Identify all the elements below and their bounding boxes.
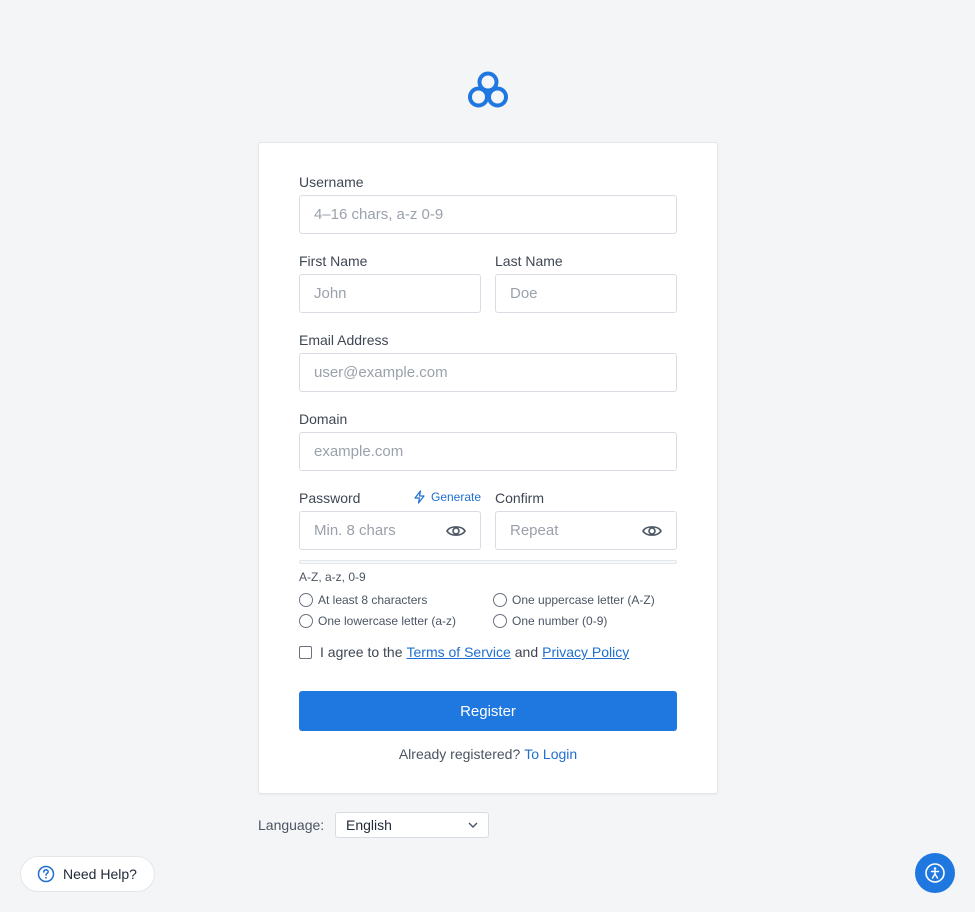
to-login-link[interactable]: To Login: [524, 746, 577, 762]
requirement-status-icon: [493, 593, 507, 607]
confirm-label: Confirm: [495, 490, 545, 506]
generate-password-button[interactable]: Generate: [413, 490, 481, 504]
last-name-input[interactable]: [495, 274, 677, 313]
agree-prefix: I agree to the: [320, 644, 403, 660]
email-label: Email Address: [299, 332, 389, 348]
eye-icon[interactable]: [641, 520, 663, 542]
requirement-label: One lowercase letter (a-z): [318, 614, 457, 628]
language-selected-value: English: [346, 817, 392, 833]
requirement-item: At least 8 characters: [299, 593, 427, 607]
username-input[interactable]: [299, 195, 677, 234]
charset-hint: A-Z, a-z, 0-9: [299, 570, 366, 584]
password-label: Password: [299, 490, 361, 506]
chevron-down-icon: [468, 822, 478, 828]
requirement-status-icon: [299, 614, 313, 628]
domain-label: Domain: [299, 411, 348, 427]
login-prompt-text: Already registered?: [398, 746, 521, 762]
login-prompt: Already registered? To Login: [259, 746, 717, 762]
requirement-label: One number (0-9): [512, 614, 608, 628]
agree-and: and: [514, 644, 539, 660]
terms-of-service-link[interactable]: Terms of Service: [407, 644, 511, 660]
requirement-status-icon: [493, 614, 507, 628]
last-name-label: Last Name: [495, 253, 563, 269]
privacy-policy-link[interactable]: Privacy Policy: [542, 644, 629, 660]
need-help-button[interactable]: Need Help?: [20, 856, 155, 892]
requirement-item: One uppercase letter (A-Z): [493, 593, 655, 607]
requirement-status-icon: [299, 593, 313, 607]
brand-logo-icon: [468, 71, 508, 108]
requirement-label: One uppercase letter (A-Z): [512, 593, 655, 607]
lightning-bolt-icon: [414, 490, 425, 504]
terms-checkbox[interactable]: [299, 645, 312, 659]
language-select[interactable]: English: [335, 812, 489, 838]
question-circle-icon: [37, 865, 55, 883]
requirement-label: At least 8 characters: [318, 593, 428, 607]
accessibility-button[interactable]: [915, 853, 955, 893]
requirement-item: One lowercase letter (a-z): [299, 614, 456, 628]
username-label: Username: [299, 174, 364, 190]
domain-input[interactable]: [299, 432, 677, 471]
first-name-label: First Name: [299, 253, 368, 269]
terms-agreement: I agree to the Terms of Service and Priv…: [299, 644, 633, 660]
email-input[interactable]: [299, 353, 677, 392]
requirement-item: One number (0-9): [493, 614, 607, 628]
accessibility-icon: [925, 863, 945, 883]
generate-label: Generate: [431, 490, 482, 504]
language-label: Language:: [258, 817, 325, 833]
eye-icon[interactable]: [445, 520, 467, 542]
need-help-label: Need Help?: [63, 866, 137, 882]
password-strength-bar: [299, 560, 677, 564]
registration-card: Username First Name Last Name Email Addr…: [258, 142, 718, 794]
first-name-input[interactable]: [299, 274, 481, 313]
register-button[interactable]: Register: [299, 691, 677, 731]
